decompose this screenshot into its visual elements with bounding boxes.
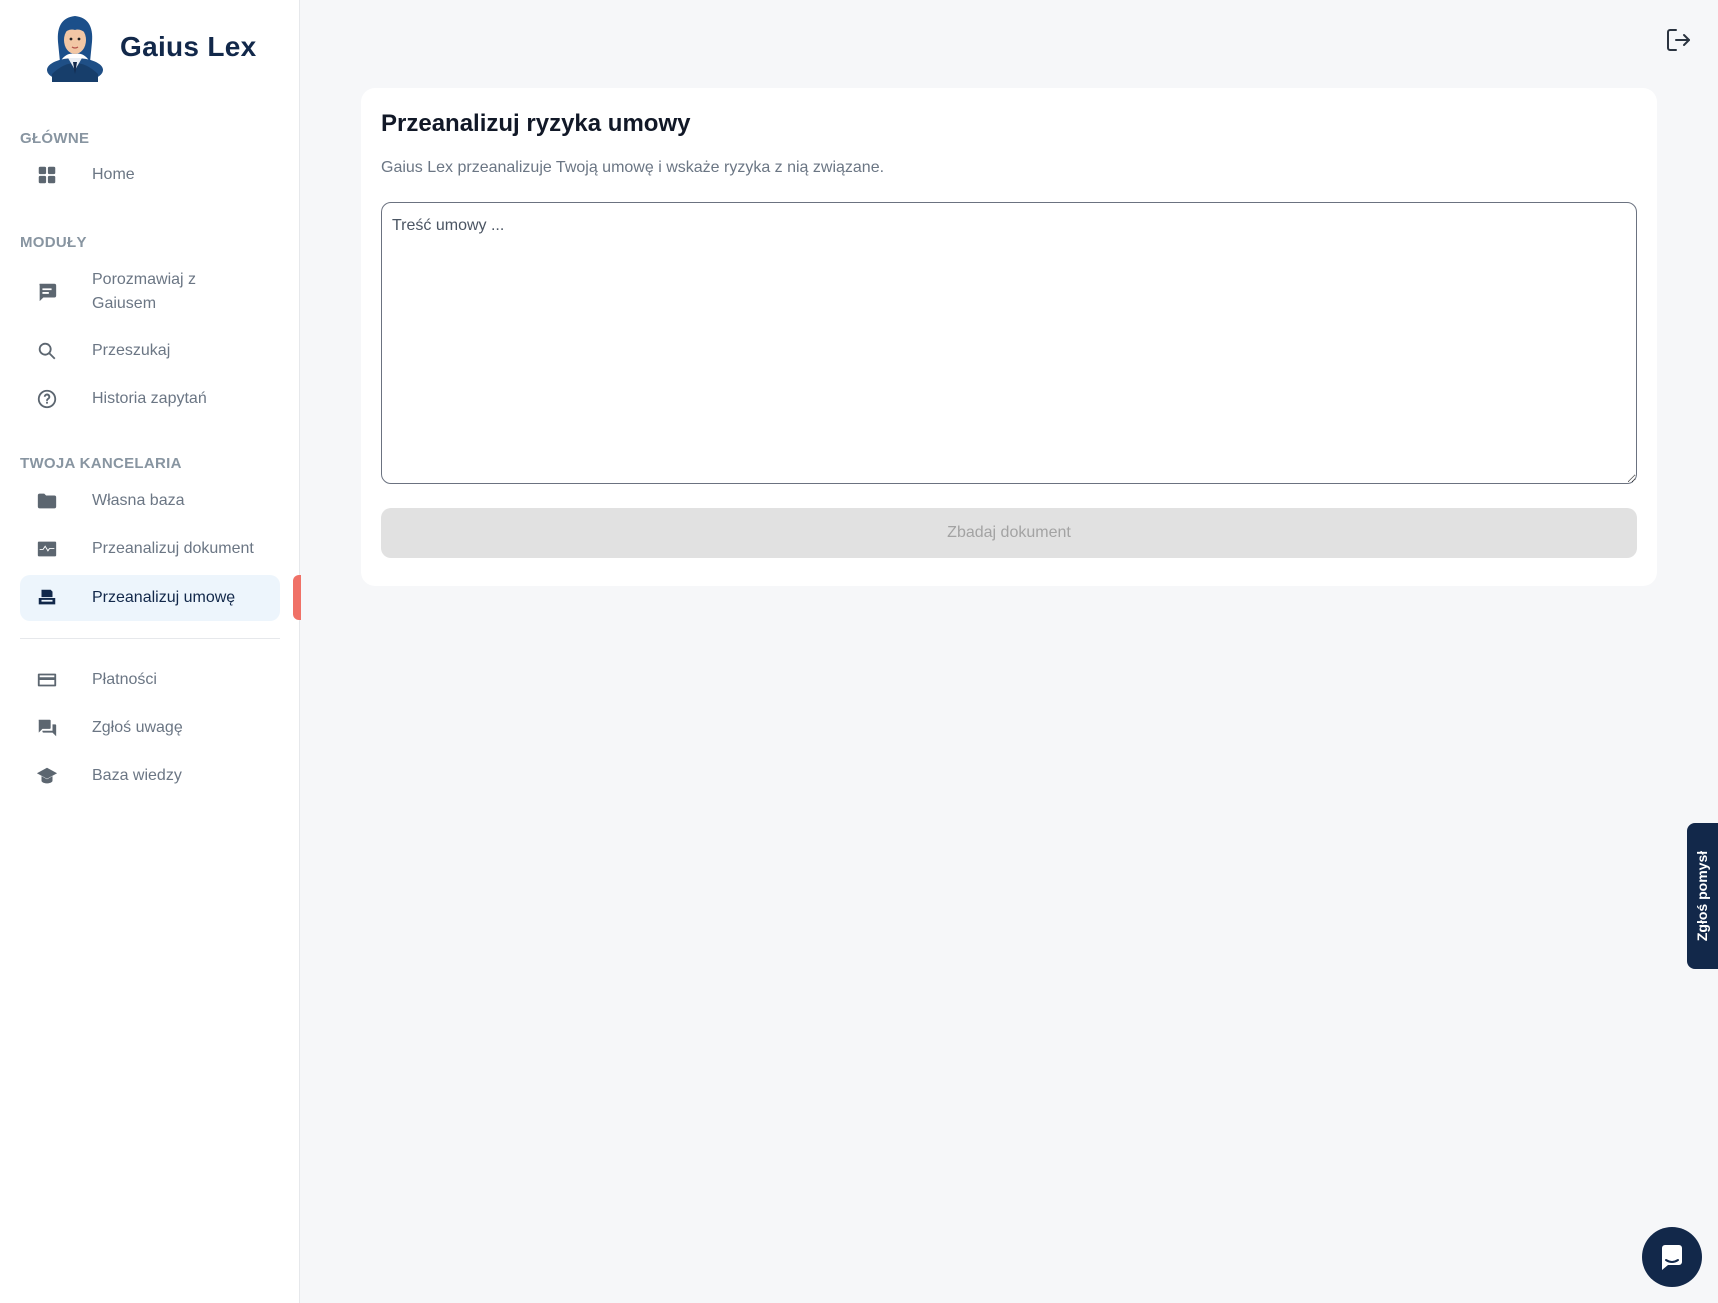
sidebar-item-label: Zgłoś uwagę — [92, 719, 183, 736]
sidebar-item-label: Przeanalizuj dokument — [92, 540, 254, 557]
logout-button[interactable] — [1664, 26, 1692, 54]
page-title: Przeanalizuj ryzyka umowy — [381, 110, 691, 137]
sidebar-item-analyze-document[interactable]: Przeanalizuj dokument — [20, 528, 280, 570]
brand[interactable]: Gaius Lex — [44, 12, 257, 82]
help-circle-icon — [36, 388, 58, 410]
sidebar-item-search[interactable]: Przeszukaj — [20, 330, 280, 372]
sidebar: Gaius Lex GŁÓWNE Home MODUŁY Porozmawiaj… — [0, 0, 301, 1303]
section-title-office: TWOJA KANCELARIA — [20, 455, 182, 472]
active-item-marker — [293, 575, 301, 620]
suggest-idea-tab[interactable]: Zgłoś pomysł — [1687, 823, 1718, 969]
graduation-cap-icon — [36, 765, 58, 787]
sidebar-item-label: Home — [92, 166, 135, 183]
contract-text-input[interactable] — [381, 202, 1637, 484]
sidebar-item-knowledge[interactable]: Baza wiedzy — [20, 755, 280, 797]
sidebar-item-chat[interactable]: Porozmawiaj z Gaiusem — [20, 266, 280, 318]
sidebar-item-home[interactable]: Home — [20, 154, 280, 196]
folder-icon — [36, 490, 58, 512]
logout-icon — [1667, 29, 1690, 51]
sidebar-item-label: Własna baza — [92, 492, 185, 509]
sidebar-item-label: Baza wiedzy — [92, 767, 182, 784]
suggest-idea-label: Zgłoś pomysł — [1694, 850, 1711, 942]
sidebar-item-label: Przeanalizuj umowę — [92, 589, 236, 606]
sidebar-item-payments[interactable]: Płatności — [20, 659, 280, 701]
search-icon — [36, 340, 58, 362]
pulse-chart-icon — [36, 538, 58, 560]
section-title-modules: MODUŁY — [20, 234, 87, 251]
dashboard-icon — [36, 164, 58, 186]
chat-widget-button[interactable] — [1642, 1227, 1702, 1287]
chat-message-icon — [36, 281, 58, 303]
section-title-main: GŁÓWNE — [20, 130, 90, 147]
chat-bubble-icon — [1662, 1245, 1682, 1270]
page-subtitle: Gaius Lex przeanalizuje Twoją umowę i ws… — [381, 159, 885, 176]
credit-card-icon — [36, 669, 58, 691]
sidebar-item-history[interactable]: Historia zapytań — [20, 378, 280, 420]
sidebar-item-own-base[interactable]: Własna baza — [20, 480, 280, 522]
forum-icon — [36, 717, 58, 739]
sidebar-item-label: Przeszukaj — [92, 342, 171, 359]
sidebar-divider — [20, 638, 280, 639]
brand-avatar-logo — [47, 16, 103, 82]
sidebar-item-label: Porozmawiaj z Gaiusem — [92, 271, 197, 312]
analyze-document-button[interactable]: Zbadaj dokument — [381, 508, 1637, 558]
brand-name: Gaius Lex — [120, 31, 257, 62]
sidebar-item-analyze-contract[interactable]: Przeanalizuj umowę — [20, 575, 280, 621]
printer-icon — [36, 587, 58, 609]
contract-risk-card: Przeanalizuj ryzyka umowy Gaius Lex prze… — [361, 88, 1657, 586]
sidebar-item-label: Płatności — [92, 671, 157, 688]
sidebar-item-label: Historia zapytań — [92, 390, 207, 407]
sidebar-item-feedback[interactable]: Zgłoś uwagę — [20, 707, 280, 749]
